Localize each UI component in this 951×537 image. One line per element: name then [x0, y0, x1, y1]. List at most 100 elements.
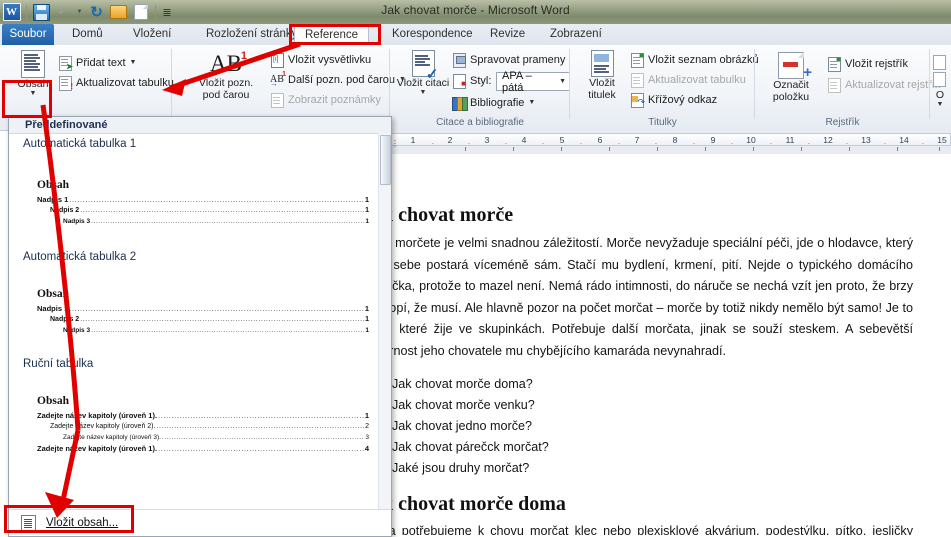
toc-line-text: Zadejte název kapitoly (úroveň 2).	[50, 423, 156, 430]
aktualizovat-tabulku-titulky-button[interactable]: Aktualizovat tabulku	[630, 71, 746, 89]
tab-domu[interactable]: Domů	[62, 24, 113, 45]
preview-heading: Obsah	[37, 179, 69, 191]
document-page: Jak chovat morče Chov morčete je velmi s…	[390, 154, 951, 535]
list-item-label: Jaké jsou druhy morčat?	[392, 461, 530, 475]
pridat-text-button[interactable]: ➤ Přidat text ▼	[58, 54, 136, 72]
gallery-item-preview: Obsah Nadpis 1 .........................…	[9, 266, 391, 344]
tab-vlozeni[interactable]: Vložení	[123, 24, 181, 45]
bibliography-icon	[452, 96, 468, 111]
citation-style-select[interactable]: APA – pátá ▼	[496, 70, 570, 94]
toc-dot-leader: ........................................…	[69, 304, 364, 313]
toc-line-text: Nadpis 1	[37, 195, 69, 204]
tab-revize[interactable]: Revize	[480, 24, 535, 45]
gallery-scrollbar[interactable]	[378, 133, 391, 536]
vlozit-rejstrik-button[interactable]: ■ Vložit rejstřík	[827, 55, 908, 73]
vlozit-citaci-button[interactable]: ✓ Vložit citaci ▼	[396, 48, 450, 96]
toc-line-text: Zadejte název kapitoly (úroveň 3).	[63, 434, 161, 441]
document-canvas[interactable]: Jak chovat morče Chov morčete je velmi s…	[390, 154, 951, 535]
list-item: ·Jak chovat párečck morčat?	[390, 437, 913, 458]
tab-soubor[interactable]: Soubor	[2, 24, 54, 45]
toc-preview-line: Nadpis 3 ...............................…	[37, 216, 391, 227]
gallery-item-rucni-tabulka[interactable]: Ruční tabulka Obsah Zadejte název kapito…	[9, 354, 391, 462]
toc-line-text: Nadpis 1	[37, 304, 69, 313]
table-of-contents-icon	[21, 50, 45, 78]
styl-label-row: ■ Styl:	[452, 72, 491, 90]
tab-zobrazeni[interactable]: Zobrazení	[540, 24, 612, 45]
dalsi-pozn-pod-carou-button[interactable]: AB 1 → Další pozn. pod čarou ▼	[270, 71, 406, 89]
toc-dot-leader: ........................................…	[80, 316, 365, 323]
footnote-ab-icon: AB 1	[210, 50, 247, 76]
toc-dot-leader: ........................................…	[69, 195, 364, 204]
bibliografie-button[interactable]: Bibliografie ▼	[452, 94, 535, 112]
partial-big-button[interactable]: O ▼	[926, 89, 951, 107]
toc-dot-leader: ........................................…	[156, 423, 364, 430]
update-index-icon	[827, 78, 841, 93]
dalsi-pozn-label: Další pozn. pod čarou	[288, 74, 396, 86]
gallery-section-header: Předdefinované	[9, 117, 391, 134]
toc-preview-line: Zadejte název kapitoly (úroveň 2). .....…	[37, 421, 391, 432]
ribbon-group-citace: ✓ Vložit citaci ▼ Spravovat prameny ■ St…	[390, 45, 570, 130]
next-footnote-icon: AB 1 →	[270, 71, 286, 88]
ruler-number: 13	[861, 135, 871, 145]
toc-line-text: Nadpis 3	[63, 218, 91, 225]
spravovat-prameny-button[interactable]: Spravovat prameny	[452, 51, 565, 69]
group-label-rejstrik: Rejstřík	[825, 117, 860, 128]
horizontal-ruler[interactable]: ⋮ 1 · 2 · 3 · 4 · 5 · 6 · 7 · 8 · 9 · 10…	[390, 130, 951, 155]
preview-heading: Obsah	[37, 288, 69, 300]
spravovat-prameny-label: Spravovat prameny	[470, 54, 566, 66]
partial-item-1[interactable]	[932, 53, 946, 71]
aktualizovat-rejstrik-button[interactable]: Aktualizovat rejstřík	[827, 76, 940, 94]
tab-korespondence[interactable]: Korespondence	[382, 24, 483, 45]
ruler-number: 3	[484, 135, 490, 145]
vlozit-obsah-label: Vložit obsah...	[46, 517, 119, 529]
toc-line-text: Nadpis 2	[50, 316, 80, 323]
word-window: W ↶ ▼ ↻ ≣ Jak chovat morče - Microsoft W…	[0, 0, 951, 537]
toc-line-text: Nadpis 2	[50, 207, 80, 214]
vlozit-citaci-label: Vložit citaci	[396, 77, 450, 89]
partial-item-2[interactable]	[932, 70, 946, 88]
gallery-item-automaticka-tabulka-1[interactable]: Automatická tabulka 1 Obsah Nadpis 1 ...…	[9, 134, 391, 235]
ribbon-group-rejstrik: + Označit položku ■ Vložit rejstřík Aktu…	[755, 45, 940, 130]
toc-preview-line: Nadpis 2 ...............................…	[37, 205, 391, 216]
tab-rozlozeni-stranky[interactable]: Rozložení stránky	[196, 24, 307, 45]
toc-dot-leader: ........................................…	[91, 327, 365, 334]
list-item: ·Jaké jsou druhy morčat?	[390, 458, 913, 479]
oznacit-polozku-button[interactable]: + Označit položku	[763, 50, 819, 103]
insert-table-of-figures-icon: ■	[630, 52, 644, 68]
toc-dot-leader: ........................................…	[158, 411, 364, 420]
ruler-number: 1	[410, 135, 416, 145]
ruler-bar: ⋮ 1 · 2 · 3 · 4 · 5 · 6 · 7 · 8 · 9 · 10…	[390, 133, 951, 148]
update-table-icon	[630, 73, 644, 88]
vlozit-obsah-menu-item[interactable]: Vložit obsah...	[9, 510, 391, 536]
document-heading-1: Jak chovat morče	[390, 204, 514, 226]
toc-dot-leader: ........................................…	[91, 218, 365, 225]
toc-dot-leader: ........................................…	[158, 444, 364, 453]
ruler-number: 14	[899, 135, 909, 145]
mark-entry-icon: +	[778, 52, 812, 80]
obsah-button[interactable]: Obsah ▼	[6, 48, 60, 97]
toc-dot-leader: ........................................…	[80, 207, 365, 214]
zobrazit-poznamky-button[interactable]: Zobrazit poznámky	[270, 91, 381, 109]
toc-gallery-dropdown[interactable]: Předdefinované Automatická tabulka 1 Obs…	[8, 116, 392, 537]
oznacit-polozku-label: Označit položku	[772, 79, 810, 103]
document-icon	[932, 72, 946, 87]
aktualizovat-tabulku-button[interactable]: ! Aktualizovat tabulku	[58, 74, 174, 92]
toc-preview-line: Nadpis 1 ...............................…	[37, 303, 391, 314]
aktualizovat-tabulku-label: Aktualizovat tabulku	[76, 77, 174, 89]
document-icon	[932, 55, 946, 70]
vlozit-pozn-pod-carou-button[interactable]: AB 1 Vložit pozn. pod čarou	[190, 49, 262, 101]
vlozit-rejstrik-label: Vložit rejstřík	[845, 58, 908, 70]
group-label-citace: Citace a bibliografie	[436, 117, 524, 128]
tab-reference[interactable]: Reference	[294, 24, 370, 47]
vlozit-seznam-obrazku-button[interactable]: ■ Vložit seznam obrázků	[630, 51, 759, 69]
vlozit-titulek-button[interactable]: Vložit titulek	[576, 48, 628, 101]
preview-heading: Obsah	[37, 395, 69, 407]
gallery-item-preview: Obsah Nadpis 1 .........................…	[9, 153, 391, 235]
krizovy-odkaz-button[interactable]: ↷ Křížový odkaz	[630, 91, 717, 109]
vlozit-vysvetlivku-label: Vložit vysvětlivku	[288, 54, 372, 66]
gallery-item-automaticka-tabulka-2[interactable]: Automatická tabulka 2 Obsah Nadpis 1 ...…	[9, 247, 391, 344]
gallery-scrollbar-thumb[interactable]	[380, 135, 391, 185]
list-item-label: Jak chovat morče doma?	[392, 377, 533, 391]
vlozit-vysvetlivku-button[interactable]: [i] Vložit vysvětlivku	[270, 51, 371, 69]
chevron-down-icon: ▼	[528, 99, 536, 106]
